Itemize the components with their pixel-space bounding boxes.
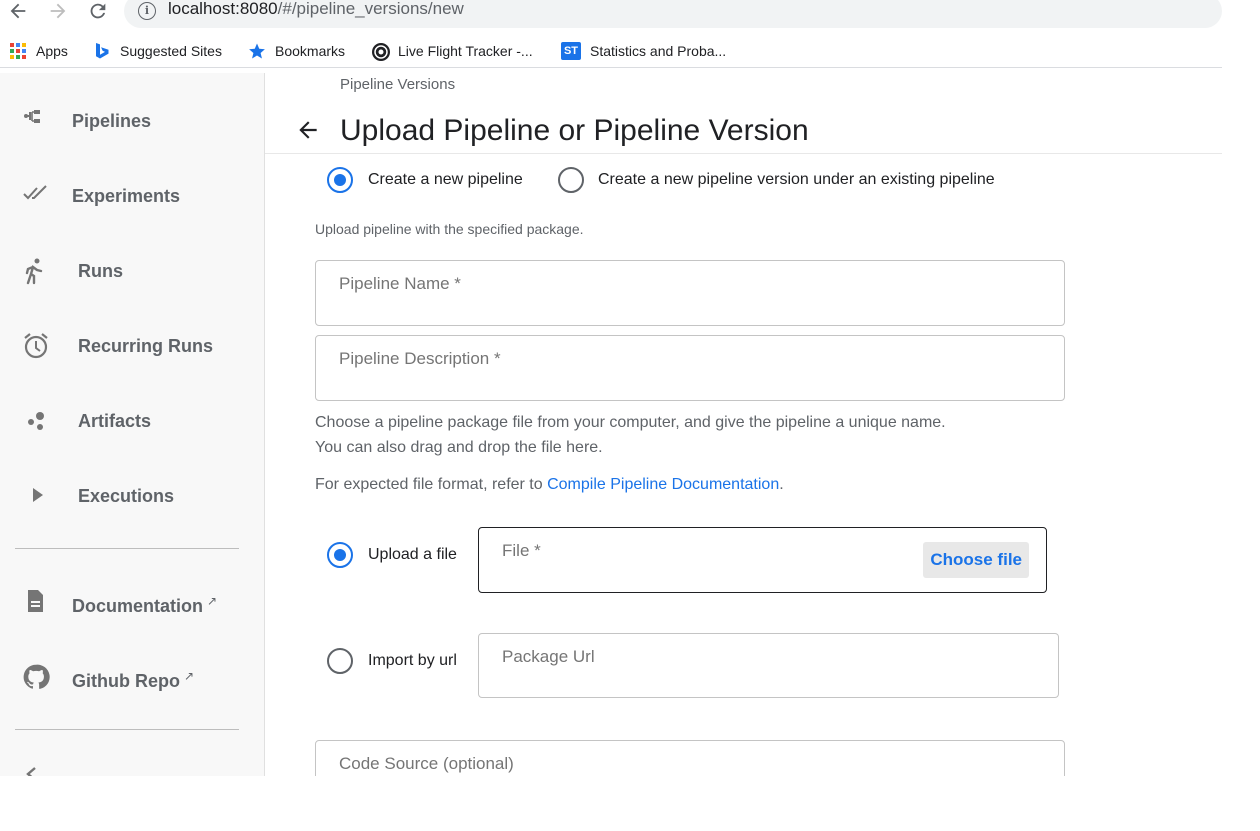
back-arrow-icon[interactable] bbox=[6, 0, 30, 24]
reload-icon[interactable] bbox=[86, 0, 110, 24]
back-arrow-icon[interactable] bbox=[295, 117, 323, 145]
sidebar-item-experiments[interactable]: Experiments bbox=[0, 167, 264, 227]
url-text[interactable]: localhost:8080/#/pipeline_versions/new bbox=[168, 0, 464, 19]
upload-file-radio[interactable] bbox=[327, 542, 353, 568]
artifacts-icon bbox=[22, 407, 52, 437]
bookmark-live-flight-tracker[interactable]: Live Flight Tracker -... bbox=[371, 40, 533, 62]
play-icon bbox=[22, 482, 52, 512]
collapse-chevron-icon[interactable] bbox=[22, 765, 40, 776]
sidebar-link-documentation[interactable]: Documentation ↗ bbox=[0, 573, 264, 633]
runs-icon bbox=[22, 257, 52, 287]
sidebar-item-executions[interactable]: Executions bbox=[0, 467, 264, 527]
sidebar-item-label: Pipelines bbox=[72, 111, 152, 131]
documentation-label: Documentation bbox=[72, 596, 204, 616]
create-version-radio[interactable] bbox=[558, 167, 584, 193]
sidebar-link-label: Github Repo ↗ bbox=[72, 669, 194, 692]
sidebar-divider bbox=[15, 729, 239, 730]
pipelines-icon bbox=[22, 107, 52, 137]
sidebar-link-label: Documentation ↗ bbox=[72, 594, 217, 617]
main-content: Pipeline Versions Upload Pipeline or Pip… bbox=[265, 73, 1222, 776]
breadcrumb[interactable]: Pipeline Versions bbox=[340, 76, 455, 93]
format-hint: For expected file format, refer to Compi… bbox=[315, 476, 784, 494]
bookmark-suggested-sites[interactable]: Suggested Sites bbox=[93, 40, 222, 62]
pipeline-description-field[interactable]: Pipeline Description * bbox=[315, 335, 1065, 401]
browser-window: i localhost:8080/#/pipeline_versions/new… bbox=[0, 0, 1222, 776]
bookmark-apps[interactable]: Apps bbox=[9, 40, 68, 62]
bookmarks-bar: Apps Suggested Sites Bookmarks Live Flig… bbox=[0, 34, 1222, 68]
sidebar-item-artifacts[interactable]: Artifacts bbox=[0, 392, 264, 452]
flight-tracker-icon bbox=[371, 42, 390, 61]
compile-docs-link[interactable]: Compile Pipeline Documentation bbox=[547, 476, 779, 493]
bookmark-label: Statistics and Proba... bbox=[590, 43, 727, 59]
external-link-icon: ↗ bbox=[207, 594, 218, 608]
file-placeholder: File * bbox=[502, 541, 541, 560]
bookmark-statistics[interactable]: ST Statistics and Proba... bbox=[561, 40, 726, 62]
code-source-placeholder: Code Source (optional) bbox=[339, 754, 514, 773]
sidebar: Pipelines Experiments Runs Recurring Run… bbox=[0, 73, 265, 776]
title-divider bbox=[265, 153, 1222, 154]
choose-instructions-2: You can also drag and drop the file here… bbox=[315, 439, 603, 456]
sidebar-item-runs[interactable]: Runs bbox=[0, 242, 264, 302]
info-icon[interactable]: i bbox=[138, 2, 156, 20]
bookmark-label: Suggested Sites bbox=[120, 43, 222, 59]
code-source-field[interactable]: Code Source (optional) bbox=[315, 740, 1065, 776]
package-url-placeholder: Package Url bbox=[502, 647, 595, 666]
star-icon bbox=[248, 42, 266, 60]
page-title: Upload Pipeline or Pipeline Version bbox=[340, 114, 809, 147]
sidebar-item-label: Runs bbox=[78, 261, 123, 281]
sidebar-divider bbox=[15, 548, 239, 549]
forward-arrow-icon[interactable] bbox=[46, 0, 70, 24]
format-hint-text: For expected file format, refer to bbox=[315, 476, 548, 493]
pipeline-name-field[interactable]: Pipeline Name * bbox=[315, 260, 1065, 326]
experiments-icon bbox=[22, 182, 52, 212]
sidebar-item-label: Executions bbox=[78, 486, 175, 506]
import-url-radio[interactable] bbox=[327, 648, 353, 674]
file-field[interactable]: File * Choose file bbox=[478, 527, 1047, 593]
apps-grid-icon bbox=[9, 42, 27, 60]
omnibox[interactable]: i localhost:8080/#/pipeline_versions/new bbox=[124, 0, 1222, 28]
upload-file-label[interactable]: Upload a file bbox=[368, 546, 457, 564]
create-pipeline-radio[interactable] bbox=[327, 167, 353, 193]
import-url-label[interactable]: Import by url bbox=[368, 652, 457, 670]
sidebar-link-github-repo[interactable]: Github Repo ↗ bbox=[0, 648, 264, 708]
external-link-icon: ↗ bbox=[183, 669, 195, 683]
sidebar-item-recurring-runs[interactable]: Recurring Runs bbox=[0, 317, 264, 377]
github-repo-label: Github Repo bbox=[72, 671, 180, 691]
package-url-field[interactable]: Package Url bbox=[478, 633, 1059, 698]
bookmark-label: Bookmarks bbox=[275, 43, 346, 59]
sidebar-item-label: Artifacts bbox=[78, 411, 152, 431]
github-icon bbox=[22, 663, 52, 693]
address-bar-row: i localhost:8080/#/pipeline_versions/new bbox=[0, 0, 1222, 30]
choose-instructions-1: Choose a pipeline package file from your… bbox=[315, 414, 946, 431]
upload-hint: Upload pipeline with the specified packa… bbox=[315, 221, 584, 237]
st-icon: ST bbox=[561, 42, 581, 60]
bookmark-bookmarks[interactable]: Bookmarks bbox=[248, 40, 345, 62]
bookmark-label: Live Flight Tracker -... bbox=[398, 43, 533, 59]
sidebar-item-label: Recurring Runs bbox=[78, 336, 214, 356]
create-pipeline-label[interactable]: Create a new pipeline bbox=[368, 171, 523, 189]
bing-icon bbox=[93, 42, 111, 60]
bookmark-label: Apps bbox=[36, 43, 68, 59]
create-version-label[interactable]: Create a new pipeline version under an e… bbox=[598, 171, 995, 189]
alarm-icon bbox=[22, 332, 52, 362]
pipeline-name-placeholder: Pipeline Name * bbox=[339, 274, 461, 293]
choose-file-button[interactable]: Choose file bbox=[923, 542, 1029, 578]
sidebar-item-pipelines[interactable]: Pipelines bbox=[0, 92, 264, 152]
pipeline-description-placeholder: Pipeline Description * bbox=[339, 349, 501, 368]
document-icon bbox=[22, 588, 52, 618]
sidebar-item-label: Experiments bbox=[72, 186, 181, 206]
format-hint-suffix: . bbox=[779, 476, 784, 493]
